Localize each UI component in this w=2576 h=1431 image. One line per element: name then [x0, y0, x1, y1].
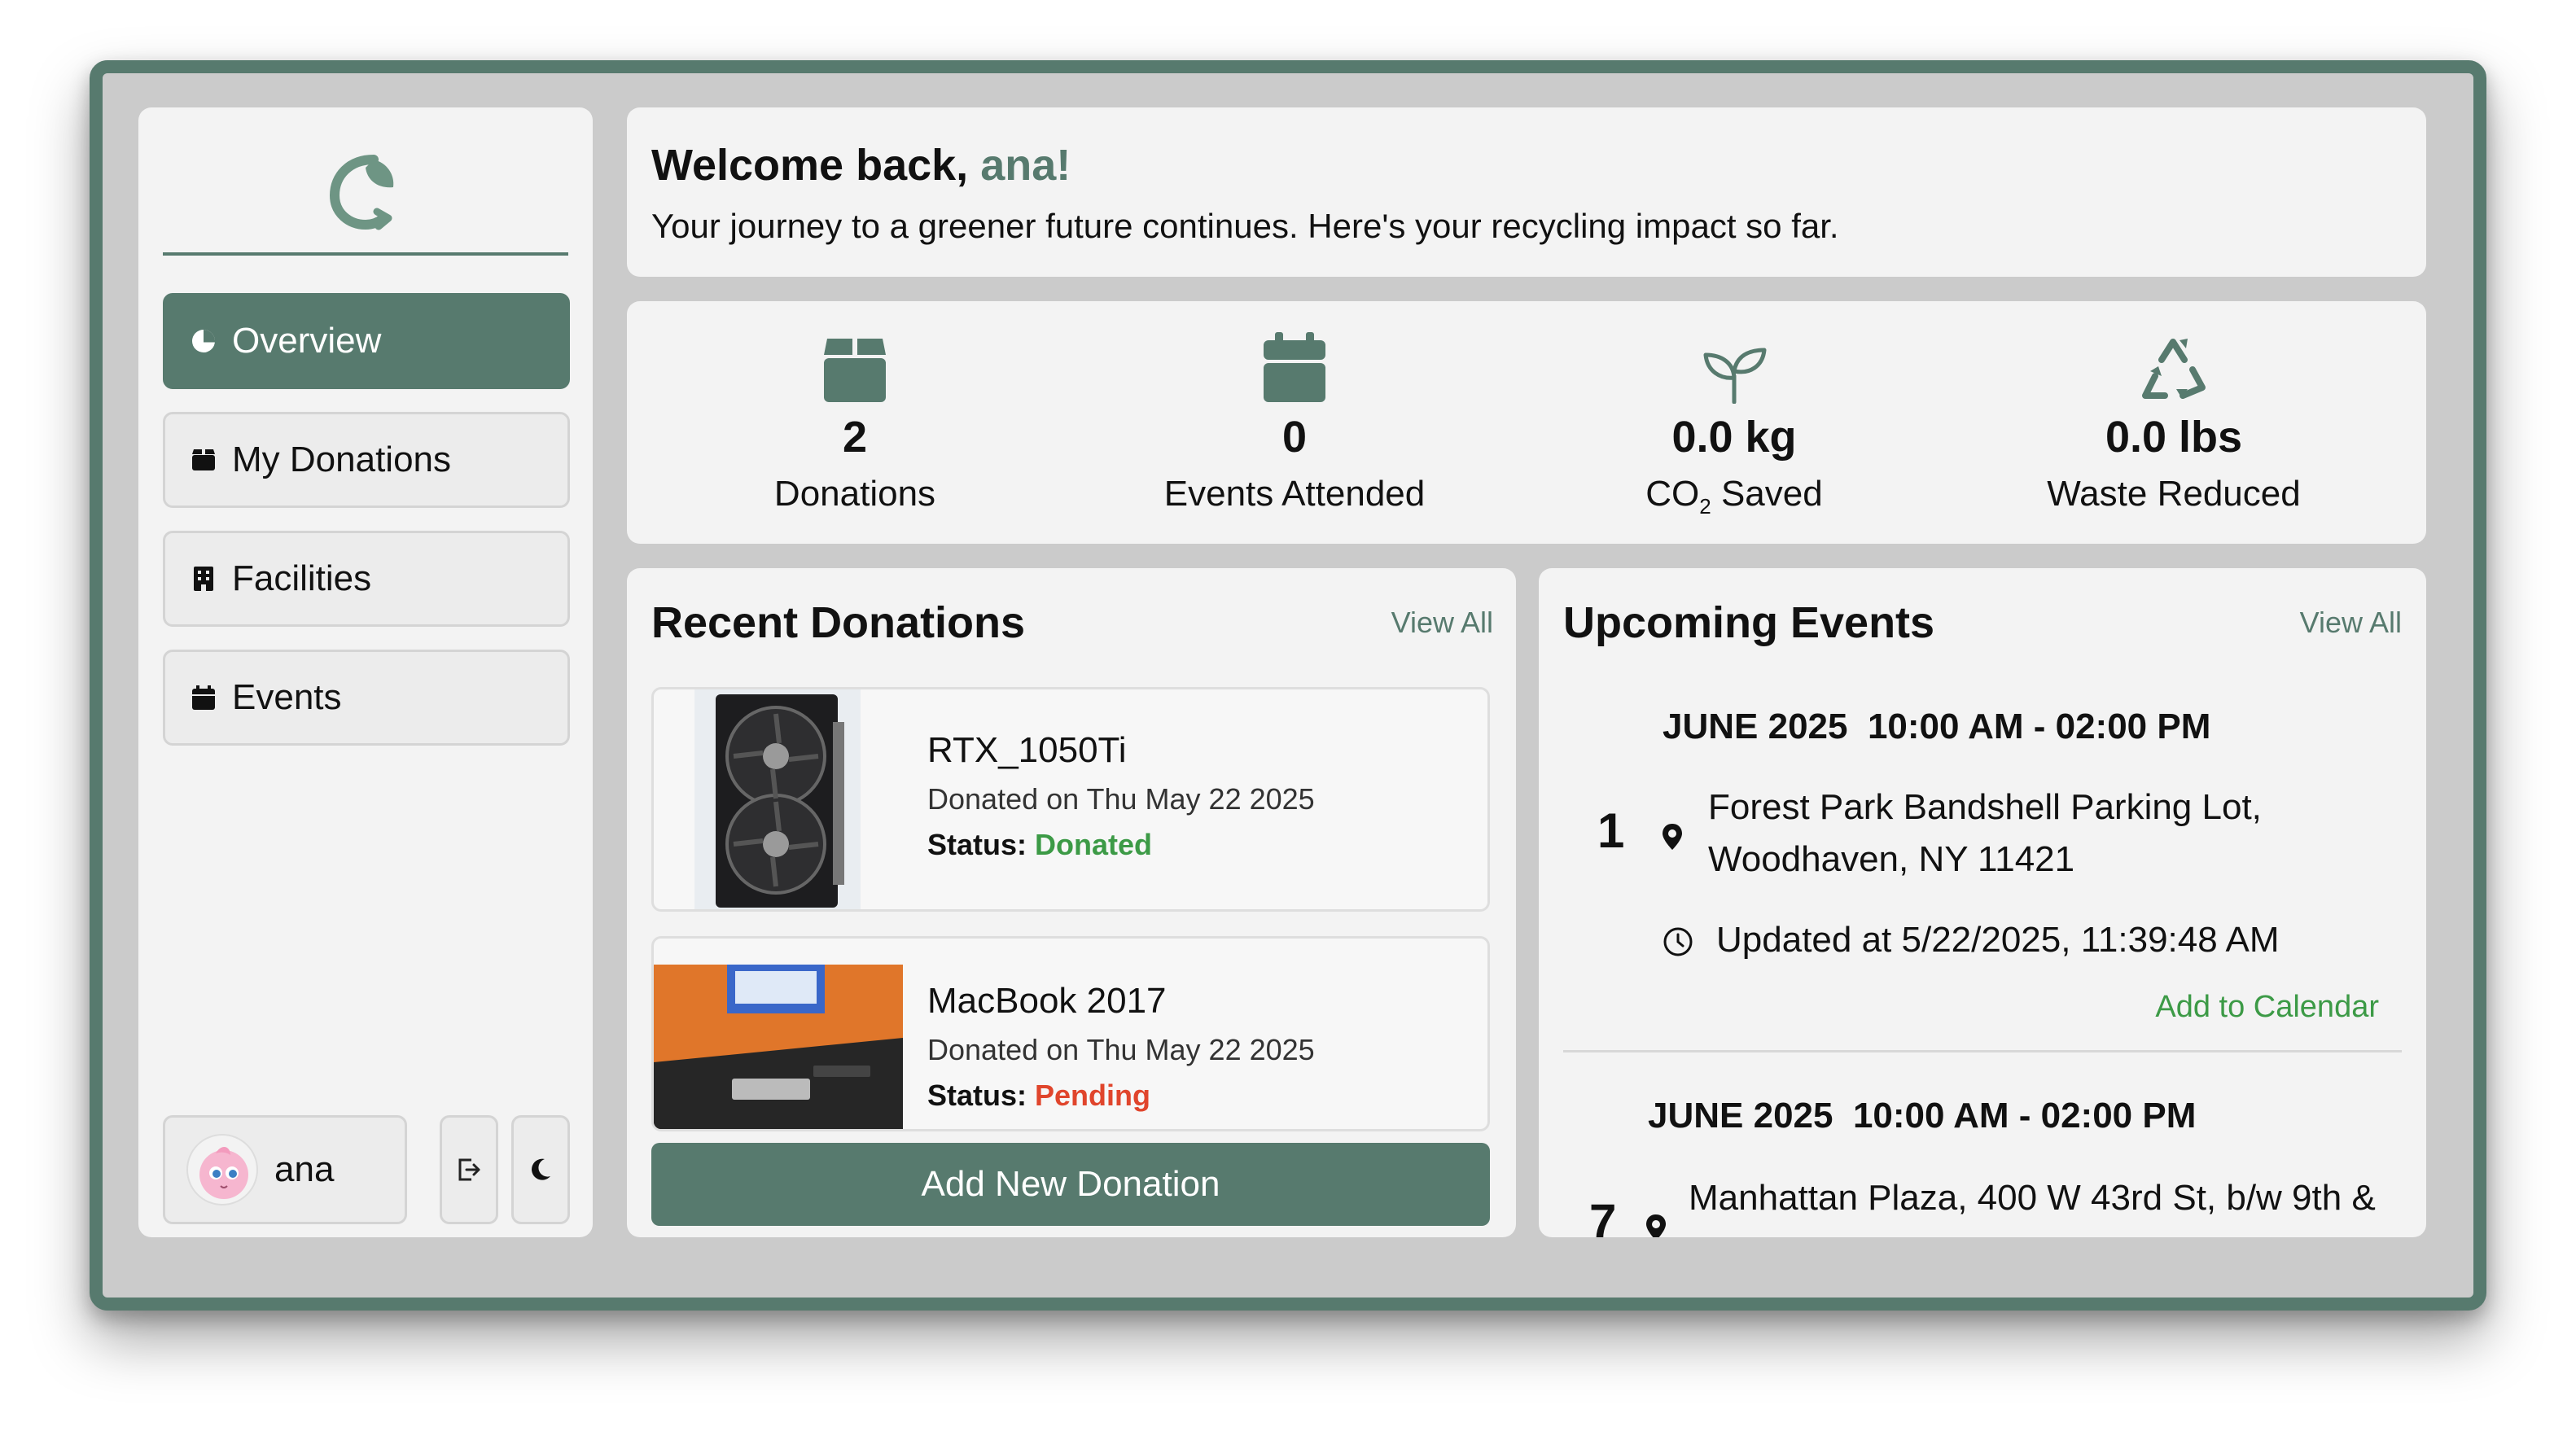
moon-icon: [532, 1158, 550, 1180]
recent-donations-card: Recent Donations View All RTX_1050Ti Don…: [627, 568, 1516, 1237]
sidebar-item-overview[interactable]: Overview: [163, 293, 570, 389]
sidebar-item-facilities[interactable]: Facilities: [163, 531, 570, 627]
sidebar-item-label: My Donations: [232, 440, 452, 479]
stat-label: CO2 Saved: [1531, 474, 1938, 519]
logo-divider: [163, 252, 568, 256]
event-time: 10:00 AM - 02:00 PM: [1867, 707, 2211, 746]
upcoming-events-title: Upcoming Events: [1563, 598, 1935, 647]
box-icon: [651, 326, 1058, 404]
donation-name: MacBook 2017: [927, 981, 1167, 1021]
donation-status: Status: Pending: [927, 1079, 1315, 1113]
welcome-title: Welcome back, ana!: [651, 140, 2402, 190]
stat-value: 2: [842, 413, 868, 462]
welcome-card: Welcome back, ana! Your journey to a gre…: [627, 107, 2426, 277]
event-location-line: Woodhaven, NY 11421: [1708, 839, 2075, 879]
app-logo[interactable]: [138, 150, 593, 239]
logout-button[interactable]: [440, 1115, 498, 1224]
donation-status: Status: Donated: [927, 828, 1315, 862]
status-label: Status:: [927, 1079, 1036, 1112]
stat-label: Donations: [773, 474, 936, 514]
pie-chart-icon: [190, 327, 217, 355]
stat-label-co: CO: [1645, 474, 1700, 514]
stat-value: 0.0 kg: [1671, 413, 1797, 462]
stat-events-attended: 0 Events Attended: [1091, 326, 1498, 514]
avatar: [186, 1134, 258, 1206]
seedling-icon: [1531, 326, 1938, 404]
impact-stats-card: 2 Donations 0 Events Attended 0.0 kg CO2…: [627, 301, 2426, 544]
stat-label: Events Attended: [1163, 474, 1426, 514]
event-location-line: Manhattan Plaza, 400 W 43rd St, b/w 9th …: [1689, 1178, 2376, 1218]
sidebar-item-label: Events: [232, 677, 342, 717]
stat-label-subscript: 2: [1699, 493, 1711, 519]
calendar-icon: [190, 684, 217, 711]
map-pin-icon: [1645, 1213, 1667, 1237]
event-datetime: JUNE 2025 10:00 AM - 02:00 PM: [1663, 707, 2210, 747]
donation-name: RTX_1050Ti: [927, 730, 1127, 770]
status-badge: Donated: [1035, 828, 1153, 861]
theme-toggle-button[interactable]: [511, 1115, 570, 1224]
event-location-line: Forest Park Bandshell Parking Lot,: [1708, 787, 2262, 827]
event-divider: [1563, 1050, 2402, 1052]
add-to-calendar-link[interactable]: Add to Calendar: [2155, 990, 2379, 1025]
sidebar: Overview My Donations Facilities Events: [138, 107, 593, 1237]
status-label: Status:: [927, 828, 1036, 861]
welcome-user-name: ana!: [980, 141, 1071, 190]
user-profile-button[interactable]: ana: [163, 1115, 407, 1224]
events-view-all-link[interactable]: View All: [2300, 606, 2402, 640]
stat-label-rest: Saved: [1711, 474, 1823, 514]
stat-waste-reduced: 0.0 lbs Waste Reduced: [1970, 326, 2377, 514]
donation-info: RTX_1050Ti Donated on Thu May 22 2025 St…: [927, 730, 1315, 862]
event-month: JUNE 2025: [1663, 707, 1848, 746]
user-name: ana: [274, 1149, 335, 1189]
stat-label: Waste Reduced: [2047, 474, 2301, 514]
sidebar-item-label: Overview: [232, 321, 382, 361]
stat-donations: 2 Donations: [651, 326, 1058, 514]
event-day: 1: [1597, 803, 1625, 858]
welcome-subtitle: Your journey to a greener future continu…: [651, 207, 1839, 245]
event-time: 10:00 AM - 02:00 PM: [1852, 1096, 2197, 1136]
sidebar-item-my-donations[interactable]: My Donations: [163, 412, 570, 508]
event-day: 7: [1589, 1194, 1617, 1237]
stat-co2-saved: 0.0 kg CO2 Saved: [1531, 326, 1938, 519]
sidebar-item-label: Facilities: [232, 558, 372, 598]
upcoming-events-card: Upcoming Events View All JUNE 2025 10:00…: [1539, 568, 2426, 1237]
event-updated: Updated at 5/22/2025, 11:39:48 AM: [1716, 920, 2280, 960]
event-location: Forest Park Bandshell Parking Lot, Woodh…: [1708, 781, 2262, 886]
sidebar-item-events[interactable]: Events: [163, 650, 570, 746]
event-datetime: JUNE 2025 10:00 AM - 02:00 PM: [1648, 1096, 2196, 1136]
calendar-icon: [1091, 326, 1498, 404]
leaf-arrow-icon: [329, 155, 394, 230]
recent-donations-title: Recent Donations: [651, 598, 1026, 647]
donation-date: Donated on Thu May 22 2025: [927, 1033, 1315, 1066]
recent-view-all-link[interactable]: View All: [1391, 606, 1493, 640]
stat-value: 0: [1281, 413, 1308, 462]
building-icon: [190, 565, 217, 593]
logout-icon: [458, 1158, 480, 1181]
add-new-donation-button[interactable]: Add New Donation: [651, 1143, 1490, 1226]
clock-icon: [1663, 926, 1693, 961]
donation-item[interactable]: MacBook 2017 Donated on Thu May 22 2025 …: [651, 936, 1490, 1131]
welcome-prefix: Welcome back,: [651, 141, 981, 190]
laptop-photo: [654, 965, 903, 1129]
event-location: Manhattan Plaza, 400 W 43rd St, b/w 9th …: [1689, 1172, 2376, 1224]
avatar-icon: [199, 1146, 248, 1199]
graphics-card-photo: [694, 689, 861, 909]
donation-date: Donated on Thu May 22 2025: [927, 782, 1315, 816]
donation-info: MacBook 2017 Donated on Thu May 22 2025 …: [927, 981, 1315, 1113]
map-pin-icon: [1661, 822, 1684, 856]
event-month: JUNE 2025: [1648, 1096, 1833, 1136]
box-icon: [190, 446, 217, 474]
donation-item[interactable]: RTX_1050Ti Donated on Thu May 22 2025 St…: [651, 687, 1490, 912]
recycle-icon: [1970, 326, 2377, 404]
stat-value: 0.0 lbs: [2105, 413, 2243, 462]
status-badge: Pending: [1035, 1079, 1151, 1112]
